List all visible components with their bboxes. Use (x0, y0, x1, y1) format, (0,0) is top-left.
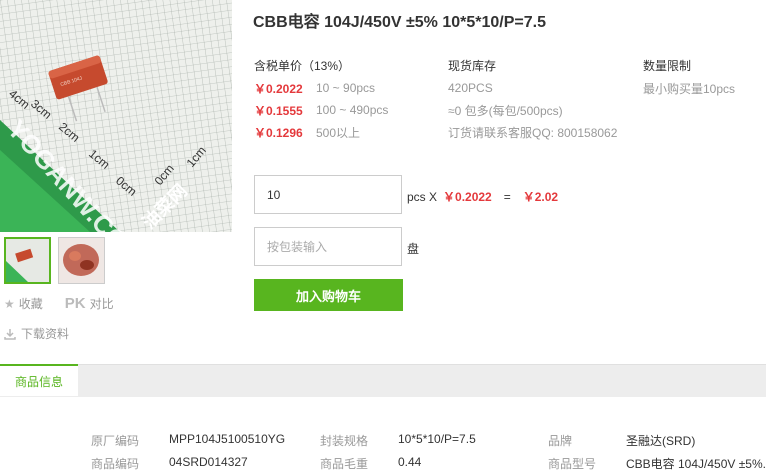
side-actions: ★ 收藏 PK 对比 (4, 295, 114, 312)
spec-value: CBB电容 104J/450V ±5%. (626, 457, 766, 471)
info-tab-bar: 商品信息 (0, 364, 766, 397)
spec-value: 0.44 (398, 455, 422, 469)
price-row: ￥0.1555 100 ~ 490pcs (254, 99, 388, 121)
add-to-cart-button[interactable]: 加入购物车 (254, 279, 403, 311)
thumbnail-1[interactable] (4, 237, 51, 284)
thumbnail-2[interactable] (58, 237, 105, 284)
download-icon (4, 328, 16, 340)
stock-contact: 订货请联系客服QQ: 800158062 (448, 125, 618, 140)
spec-value: MPP104J5100510YG (169, 432, 286, 446)
calc-unit-price: ￥0.2022 (443, 190, 492, 204)
stock-header: 现货库存 (448, 59, 497, 73)
compare-action[interactable]: PK 对比 (65, 295, 114, 312)
favorite-label: 收藏 (18, 297, 43, 311)
download-label: 下载资料 (21, 327, 70, 341)
pk-icon: PK (64, 295, 86, 312)
price-row: ￥0.1296 500以上 (254, 121, 388, 143)
price-row: ￥0.2022 10 ~ 90pcs (254, 77, 388, 99)
calc-total: ￥2.02 (522, 190, 559, 204)
favorite-action[interactable]: ★ 收藏 (4, 295, 43, 312)
product-main-image[interactable]: 4cm 3cm 2cm 1cm 0cm 0cm 1cm YOGANW.COM 油… (0, 0, 232, 232)
spec-label: 商品型号 (548, 457, 597, 471)
qty-unit: pcs X (407, 189, 438, 204)
price-value: ￥0.2022 (254, 81, 303, 96)
price-calculation: pcs X ￥0.2022 = ￥2.02 (407, 188, 558, 205)
pricing-column: 含税单价（13%） ￥0.2022 10 ~ 90pcs ￥0.1555 100… (254, 57, 388, 143)
spec-label: 品牌 (548, 434, 573, 448)
product-title: CBB电容 104J/450V ±5% 10*5*10/P=7.5 (253, 14, 546, 31)
spec-value: 圣融达(SRD) (626, 434, 696, 448)
price-range: 500以上 (316, 125, 361, 140)
price-range: 10 ~ 90pcs (316, 81, 376, 95)
spec-value: 04SRD014327 (169, 455, 248, 469)
spec-label: 原厂编码 (91, 434, 140, 448)
price-range: 100 ~ 490pcs (316, 103, 389, 117)
stock-quantity: 420PCS (448, 81, 493, 95)
spec-label: 商品毛重 (320, 457, 369, 471)
limit-text: 最小购买量10pcs (643, 81, 736, 96)
limit-header: 数量限制 (643, 59, 692, 73)
pricing-header: 含税单价（13%） (254, 59, 351, 73)
star-icon: ★ (4, 296, 15, 311)
calc-equals: = (503, 189, 511, 204)
spec-label: 商品编码 (91, 457, 140, 471)
thumbnail-strip (4, 237, 105, 284)
stock-packages: ≈0 包多(每包/500pcs) (448, 103, 563, 118)
price-value: ￥0.1555 (254, 103, 303, 118)
tab-product-info[interactable]: 商品信息 (0, 364, 78, 396)
spec-value: 10*5*10/P=7.5 (398, 432, 476, 446)
package-unit: 盘 (407, 242, 420, 256)
download-action[interactable]: 下载资料 (4, 325, 69, 342)
quantity-input[interactable]: 10 (254, 175, 402, 214)
stock-column: 现货库存 420PCS ≈0 包多(每包/500pcs) 订货请联系客服QQ: … (448, 57, 617, 143)
spec-label: 封装规格 (320, 434, 369, 448)
compare-label: 对比 (89, 297, 114, 311)
package-input[interactable]: 按包装输入 (254, 227, 402, 266)
limit-column: 数量限制 最小购买量10pcs (643, 57, 735, 99)
price-value: ￥0.1296 (254, 125, 303, 140)
